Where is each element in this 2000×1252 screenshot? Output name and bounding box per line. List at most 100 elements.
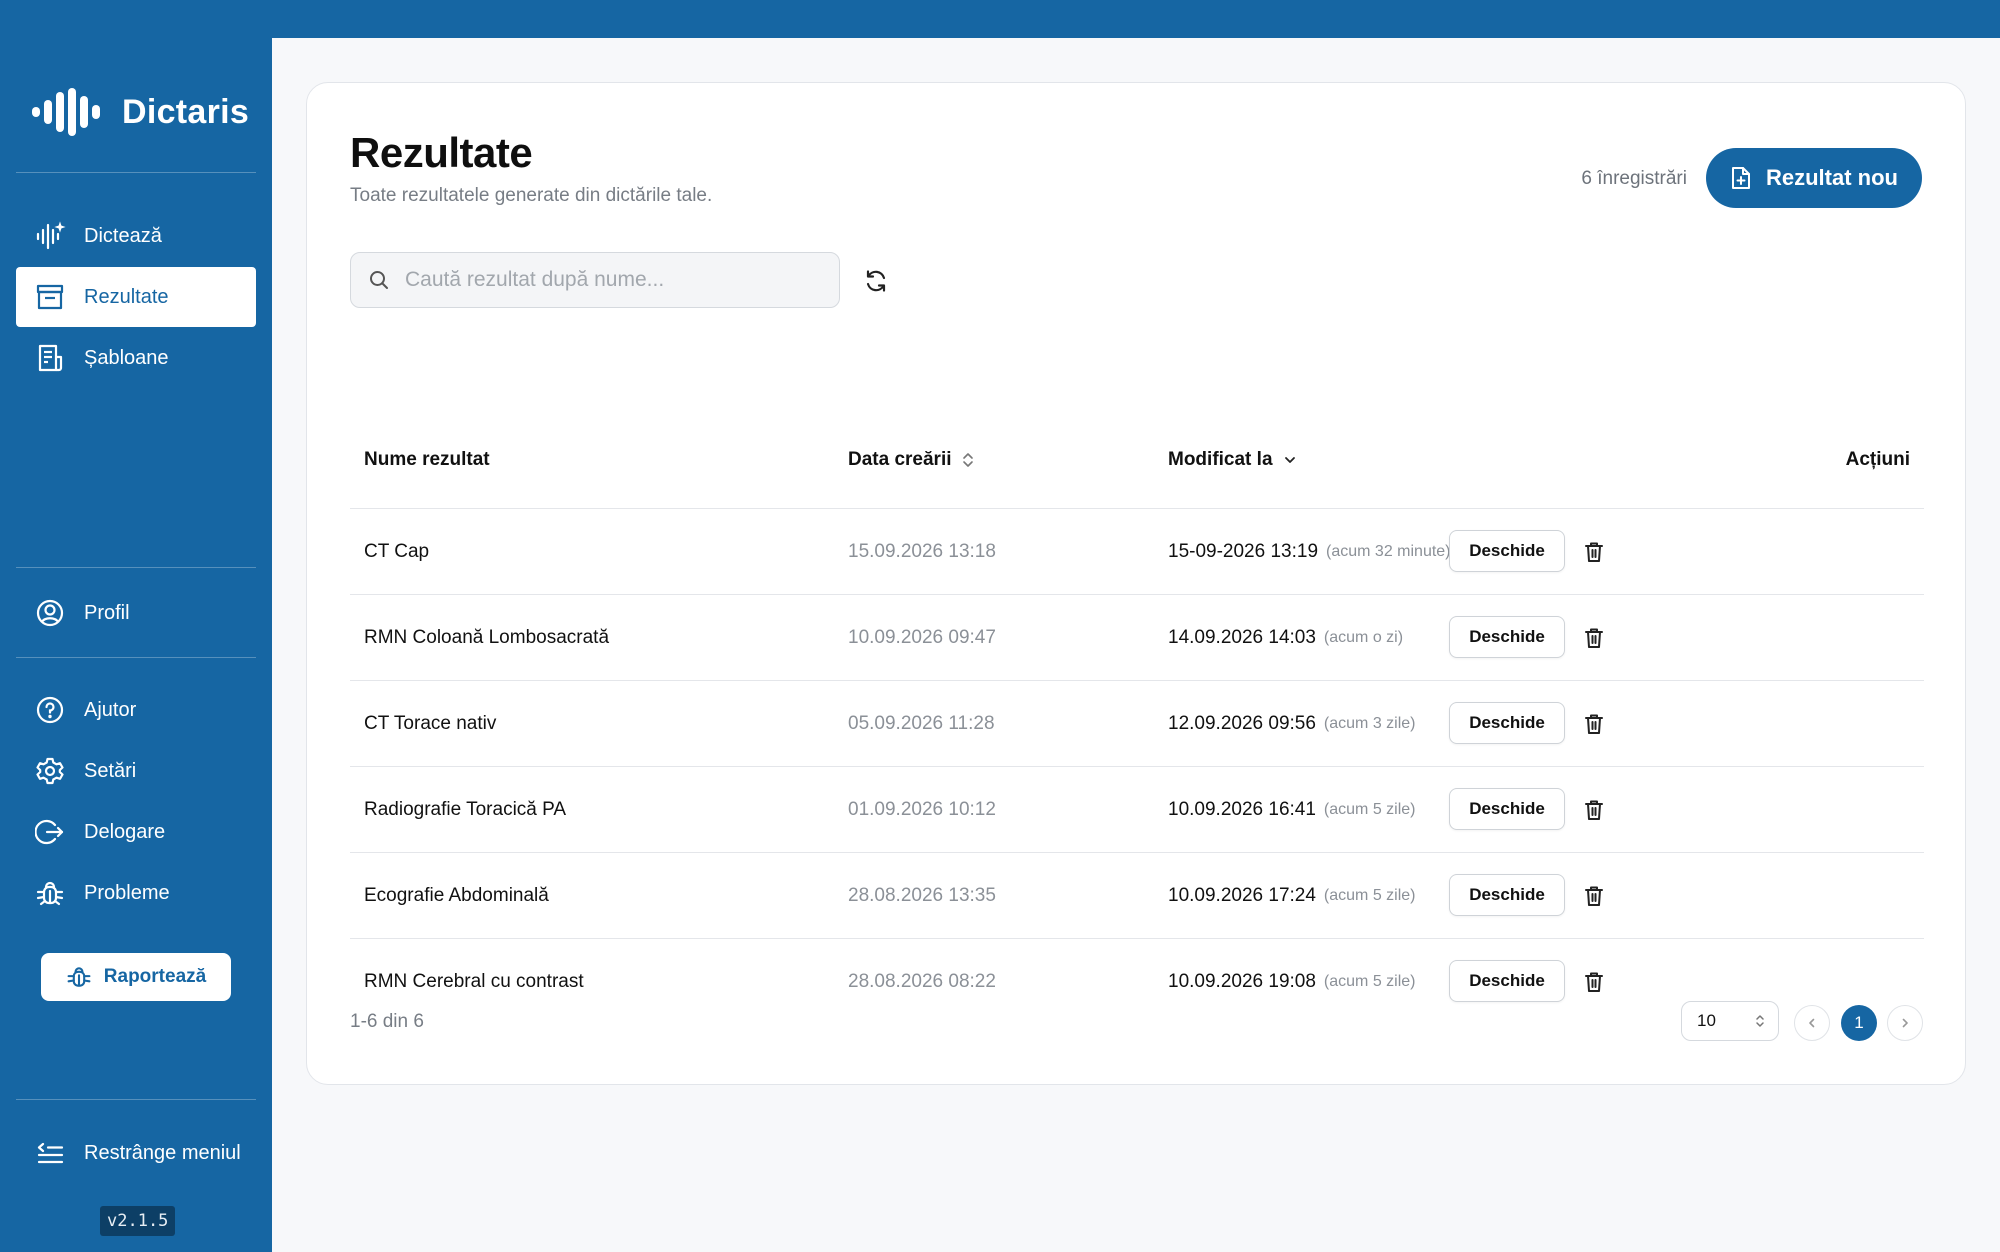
- sidebar-item-delogare[interactable]: Delogare: [16, 802, 256, 862]
- page-size-value: 10: [1697, 1011, 1716, 1030]
- table-row[interactable]: Radiografie Toracică PA 01.09.2026 10:12 1…: [350, 767, 1924, 853]
- modified-relative-time: (acum o zi): [1323, 629, 1404, 646]
- refresh-button[interactable]: [862, 267, 890, 295]
- logout-icon: [34, 816, 66, 848]
- column-header-name[interactable]: Nume rezultat: [364, 449, 490, 471]
- search-input[interactable]: [405, 268, 825, 292]
- delete-button[interactable]: [1580, 968, 1608, 996]
- delete-button[interactable]: [1580, 882, 1608, 910]
- sidebar-item-profil[interactable]: Profil: [16, 583, 256, 643]
- sort-both-icon: [962, 451, 974, 469]
- sidebar-item-label: Șabloane: [84, 346, 169, 369]
- page-size-select[interactable]: 10: [1681, 1001, 1779, 1041]
- trash-icon: [1584, 627, 1604, 649]
- page-number-button[interactable]: 1: [1841, 1005, 1877, 1041]
- result-name: CT Cap: [364, 541, 430, 562]
- pagination-range: 1-6 din 6: [350, 1011, 424, 1032]
- sidebar-divider: [16, 657, 256, 658]
- modified-cell: 15-09-2026 13:19 (acum 32 minute): [1168, 509, 1451, 595]
- table-header: Nume rezultat Data creării Modificat la …: [350, 413, 1924, 509]
- top-bar: [272, 0, 2000, 38]
- search-icon: [369, 270, 389, 290]
- next-page-button[interactable]: [1887, 1005, 1923, 1041]
- modified-date: 14.09.2026 14:03: [1168, 627, 1316, 648]
- sidebar-item-dicteaza[interactable]: Dictează: [16, 206, 256, 266]
- sidebar-item-rezultate[interactable]: Rezultate: [16, 267, 256, 327]
- created-date: 28.08.2026 08:22: [848, 971, 996, 992]
- modified-cell: 14.09.2026 14:03 (acum o zi): [1168, 595, 1403, 681]
- delete-button[interactable]: [1580, 538, 1608, 566]
- modified-relative-time: (acum 5 zile): [1323, 801, 1416, 818]
- new-result-button[interactable]: Rezultat nou: [1706, 148, 1922, 208]
- page-subtitle: Toate rezultatele generate din dictările…: [350, 185, 713, 206]
- templates-icon: [34, 342, 66, 374]
- sidebar-item-probleme[interactable]: Probleme: [16, 863, 256, 923]
- trash-icon: [1584, 971, 1604, 993]
- created-date: 15.09.2026 13:18: [848, 541, 996, 562]
- sidebar-divider: [16, 567, 256, 568]
- sidebar-divider: [16, 172, 256, 173]
- open-button[interactable]: Deschide: [1449, 530, 1565, 572]
- open-button[interactable]: Deschide: [1449, 960, 1565, 1002]
- sidebar-item-label: Dictează: [84, 224, 162, 247]
- modified-relative-time: (acum 5 zile): [1323, 973, 1416, 990]
- sidebar-item-sabloane[interactable]: Șabloane: [16, 328, 256, 388]
- table-row[interactable]: CT Cap 15.09.2026 13:18 15-09-2026 13:19 (a…: [350, 509, 1924, 595]
- modified-date: 15-09-2026 13:19: [1168, 541, 1319, 562]
- open-button[interactable]: Deschide: [1449, 874, 1565, 916]
- modified-cell: 10.09.2026 19:08 (acum 5 zile): [1168, 939, 1416, 1025]
- open-button[interactable]: Deschide: [1449, 616, 1565, 658]
- chevron-right-icon: [1902, 1018, 1908, 1028]
- created-date: 10.09.2026 09:47: [848, 627, 996, 648]
- modified-cell: 10.09.2026 16:41 (acum 5 zile): [1168, 767, 1416, 853]
- sidebar-item-label: Probleme: [84, 881, 170, 904]
- table-row[interactable]: Ecografie Abdominală 28.08.2026 13:35 10.0…: [350, 853, 1924, 939]
- created-date: 01.09.2026 10:12: [848, 799, 996, 820]
- page-title: Rezultate: [350, 129, 533, 176]
- sidebar: Dictaris Dictează Rezultate Șabloane Pro…: [0, 0, 272, 1252]
- table-row[interactable]: RMN Coloană Lombosacrată 10.09.2026 09:47…: [350, 595, 1924, 681]
- result-name: Radiografie Toracică PA: [364, 799, 567, 820]
- app-name: Dictaris: [122, 92, 250, 131]
- new-result-label: Rezultat nou: [1766, 165, 1898, 190]
- bug-icon: [34, 877, 66, 909]
- delete-button[interactable]: [1580, 796, 1608, 824]
- table-row[interactable]: CT Torace nativ 05.09.2026 11:28 12.09.202…: [350, 681, 1924, 767]
- modified-date: 10.09.2026 19:08: [1168, 971, 1316, 992]
- help-icon: [34, 694, 66, 726]
- result-name: CT Torace nativ: [364, 713, 497, 734]
- app-logo[interactable]: Dictaris: [30, 88, 249, 136]
- modified-date: 12.09.2026 09:56: [1168, 713, 1316, 734]
- trash-icon: [1584, 541, 1604, 563]
- file-plus-icon: [1730, 166, 1752, 190]
- result-name: Ecografie Abdominală: [364, 885, 549, 906]
- open-button[interactable]: Deschide: [1449, 788, 1565, 830]
- delete-button[interactable]: [1580, 710, 1608, 738]
- sidebar-item-label: Profil: [84, 601, 130, 624]
- modified-relative-time: (acum 3 zile): [1323, 715, 1416, 732]
- report-button[interactable]: Raportează: [41, 953, 231, 1001]
- version-badge: v2.1.5: [100, 1206, 176, 1236]
- column-header-actions: Acțiuni: [1845, 449, 1910, 470]
- record-count: 6 înregistrări: [1581, 168, 1687, 189]
- sidebar-item-label: Setări: [84, 759, 137, 782]
- chevron-down-icon: [1283, 453, 1297, 467]
- created-date: 28.08.2026 13:35: [848, 885, 996, 906]
- sidebar-item-label: Ajutor: [84, 698, 137, 721]
- collapse-menu-button[interactable]: Restrânge meniul: [16, 1123, 256, 1183]
- chevron-left-icon: [1809, 1018, 1815, 1028]
- search-box[interactable]: [350, 252, 840, 308]
- delete-button[interactable]: [1580, 624, 1608, 652]
- sort-both-icon: [1754, 1013, 1766, 1029]
- column-header-created[interactable]: Data creării: [848, 449, 974, 471]
- modified-date: 10.09.2026 17:24: [1168, 885, 1316, 906]
- sidebar-item-setari[interactable]: Setări: [16, 741, 256, 801]
- sidebar-item-label: Delogare: [84, 820, 166, 843]
- modified-date: 10.09.2026 16:41: [1168, 799, 1316, 820]
- refresh-icon: [866, 270, 886, 292]
- previous-page-button[interactable]: [1794, 1005, 1830, 1041]
- sidebar-item-ajutor[interactable]: Ajutor: [16, 680, 256, 740]
- column-header-modified[interactable]: Modificat la: [1168, 449, 1297, 471]
- open-button[interactable]: Deschide: [1449, 702, 1565, 744]
- settings-icon: [34, 755, 66, 787]
